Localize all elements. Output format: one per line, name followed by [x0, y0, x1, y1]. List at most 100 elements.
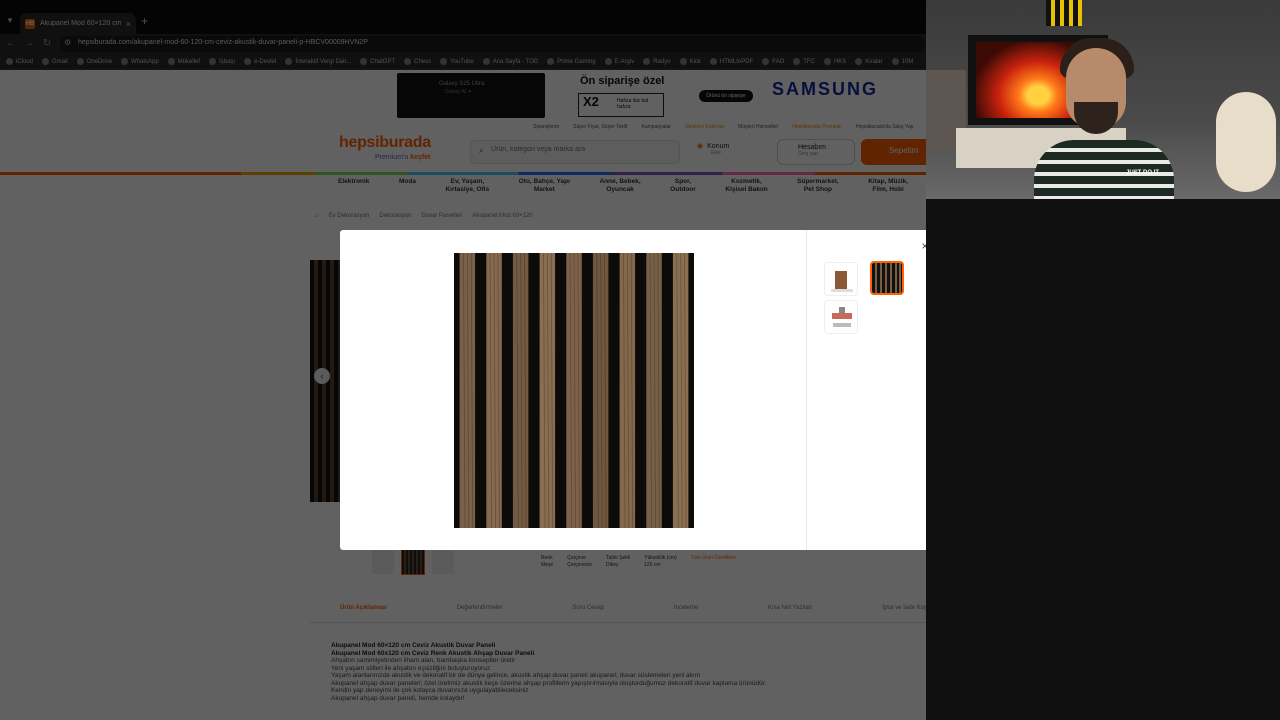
location-button[interactable]: ◉ Konum Ekle [697, 142, 729, 156]
bookmark-item[interactable]: Kick [679, 58, 701, 65]
category-item[interactable]: Moda [399, 178, 416, 200]
logo-tagline: Premium'u keşfet [375, 154, 430, 161]
location-pin-icon: ◉ [697, 143, 704, 150]
gallery-thumb[interactable] [401, 547, 425, 575]
badge-sub: Hafıza ikiz kat hafıza [617, 98, 649, 110]
logo-wordmark: hepsiburada [339, 134, 431, 151]
bookmark-item[interactable]: iCloud [6, 58, 33, 65]
home-icon[interactable]: ⌂ [315, 213, 319, 219]
desc-line: Yeni yaşam stilleri ile ahşabın eşsizliğ… [331, 664, 492, 672]
site-info-icon[interactable]: ⚙ [64, 38, 71, 47]
tab-title: Akupanel Mod 60×120 cm Ceviz [40, 20, 123, 27]
bookmark-item[interactable]: Mükellef [167, 58, 200, 65]
bookmark-item[interactable]: HKS [823, 58, 846, 65]
cart-button[interactable]: Sepetim [861, 139, 926, 165]
gallery-prev-icon[interactable]: ‹ [314, 368, 330, 384]
modal-stage [340, 230, 807, 550]
bookmark-item[interactable]: OneDrive [76, 58, 112, 65]
top-link[interactable]: Hepsiburada'da Satış Yap [856, 124, 913, 130]
breadcrumb-item[interactable]: Duvar Panelleri [421, 213, 462, 219]
product-tab[interactable]: Soru Cevap [572, 605, 604, 622]
breadcrumb: ⌂ Ev Dekorasyon Dekorasyon Duvar Panelleri A… [315, 213, 533, 219]
hepsiburada-logo[interactable]: hepsiburada Premium'u keşfet [339, 134, 431, 161]
bookmark-item[interactable]: TFC [793, 58, 815, 65]
bookmark-label: Chess [414, 58, 432, 65]
gallery-thumb[interactable] [432, 548, 454, 574]
bookmark-item[interactable]: YouTube [440, 58, 474, 65]
top-link[interactable]: Hepsiburada Premium [792, 124, 842, 130]
cart-label: Sepetim [889, 146, 919, 155]
product-tab[interactable]: Ürün Açıklaması [340, 605, 387, 622]
category-item[interactable]: Süpermarket, Pet Shop [797, 178, 839, 200]
product-tab[interactable]: Değerlendirmeler [457, 605, 503, 622]
bookmark-item[interactable]: Prime Gaming [547, 58, 596, 65]
bookmark-favicon-icon [244, 58, 252, 65]
bookmark-item[interactable]: Kiralar [855, 58, 883, 65]
top-link[interactable]: Süper Fiyat, Süper Teklif [573, 124, 627, 130]
new-tab-icon[interactable]: + [141, 14, 148, 28]
top-link[interactable]: Müşteri Hizmetleri [738, 124, 778, 130]
top-link[interactable]: Siparişlerim [533, 124, 559, 130]
bookmark-item[interactable]: Chess [404, 58, 431, 65]
address-bar[interactable]: ⚙ hepsiburada.com/akupanel-mod-60-120-cm… [60, 36, 926, 52]
modal-thumb-2-active[interactable] [870, 261, 904, 295]
back-icon[interactable]: ← [4, 37, 18, 51]
bookmark-item[interactable]: E-Argiv [604, 58, 634, 65]
category-menu: Elektronik Moda Ev, Yaşam, Kırtasiye, Ofis… [338, 178, 926, 200]
location-label: Konum [707, 143, 730, 150]
category-item[interactable]: Oto, Bahçe, Yapı Market [519, 178, 570, 200]
modal-thumb-1[interactable] [824, 262, 858, 296]
bookmark-favicon-icon [404, 58, 412, 65]
modal-thumb-3[interactable] [824, 300, 858, 334]
tab-close-icon[interactable]: × [126, 19, 131, 29]
nav-bar: ← → ↻ ⚙ hepsiburada.com/akupanel-mod-60-… [0, 34, 926, 54]
bookmark-item[interactable]: İşbaşı [209, 58, 235, 65]
search-box[interactable]: ⌕ [470, 140, 680, 164]
category-item[interactable]: Anne, Bebek, Oyuncak [599, 178, 640, 200]
banner-cta-button[interactable]: Ürünü ön siparişe [699, 90, 753, 102]
bookmark-item[interactable]: ChatGPT [360, 58, 395, 65]
bookmark-item[interactable]: HTMLtoPDF [709, 58, 753, 65]
bookmark-item[interactable]: 10M [891, 58, 913, 65]
category-item[interactable]: Kozmetik, Kişisel Bakım [725, 178, 767, 200]
product-tab[interactable]: İnceleme [674, 605, 698, 622]
all-specs-link[interactable]: Tüm Ürün Özellikleri [691, 555, 736, 569]
reload-icon[interactable]: ↻ [40, 37, 54, 51]
banner-phone-image: Galaxy S25 Ultra Galaxy AI ✦ [397, 73, 545, 118]
shirt-text: JUST DO IT [1126, 170, 1160, 176]
bookmark-favicon-icon [360, 58, 368, 65]
bookmark-item[interactable]: Ana Sayfa - TOD [482, 58, 538, 65]
bookmark-label: İnteraktif Vergi Dair... [295, 58, 352, 65]
webcam-shirt: JUST DO IT [1034, 140, 1174, 199]
product-tab[interactable]: İptal ve İade Koşulları [882, 605, 926, 622]
tab-strip: ▾ HB Akupanel Mod 60×120 cm Ceviz × + [0, 0, 926, 34]
bookmark-label: iCloud [16, 58, 34, 65]
bookmark-item[interactable]: WhatsApp [121, 58, 159, 65]
breadcrumb-item[interactable]: Dekorasyon [379, 213, 411, 219]
breadcrumb-item[interactable]: Ev Dekorasyon [329, 213, 370, 219]
tab-active[interactable]: HB Akupanel Mod 60×120 cm Ceviz × [20, 13, 136, 34]
bookmark-label: TFC [803, 58, 815, 65]
bookmark-favicon-icon [604, 58, 612, 65]
account-button[interactable]: Hesabım Giriş yap [777, 139, 855, 165]
category-item[interactable]: Elektronik [338, 178, 369, 200]
bookmark-item[interactable]: İnteraktif Vergi Dair... [285, 58, 351, 65]
top-link[interactable]: Kampanyalar [642, 124, 671, 130]
bookmark-item[interactable]: Gmail [42, 58, 68, 65]
product-tab[interactable]: Kısa Not Yazıları [768, 605, 812, 622]
bookmark-item[interactable]: Radyo [643, 58, 671, 65]
samsung-banner[interactable]: Galaxy S25 Ultra Galaxy AI ✦ Ön siparişe… [397, 73, 907, 121]
gallery-thumb[interactable] [372, 548, 394, 574]
forward-icon[interactable]: → [22, 37, 36, 51]
bookmark-favicon-icon [679, 58, 687, 65]
search-input[interactable] [491, 146, 671, 153]
bookmark-item[interactable]: FAO [762, 58, 784, 65]
bookmark-item[interactable]: e-Devlet [244, 58, 276, 65]
category-item[interactable]: Spor, Outdoor [670, 178, 696, 200]
breadcrumb-item[interactable]: Akupanel Mod 60×120 [472, 213, 532, 219]
category-item[interactable]: Ev, Yaşam, Kırtasiye, Ofis [445, 178, 489, 200]
desc-line: Akupanel ahşap duvar paneleri; özel üret… [331, 679, 767, 687]
tab-search-dropdown[interactable]: ▾ [4, 14, 16, 26]
category-item[interactable]: Kitap, Müzik, Film, Hobi [868, 178, 908, 200]
top-link[interactable]: Girişimci Kadınlar [685, 124, 724, 130]
